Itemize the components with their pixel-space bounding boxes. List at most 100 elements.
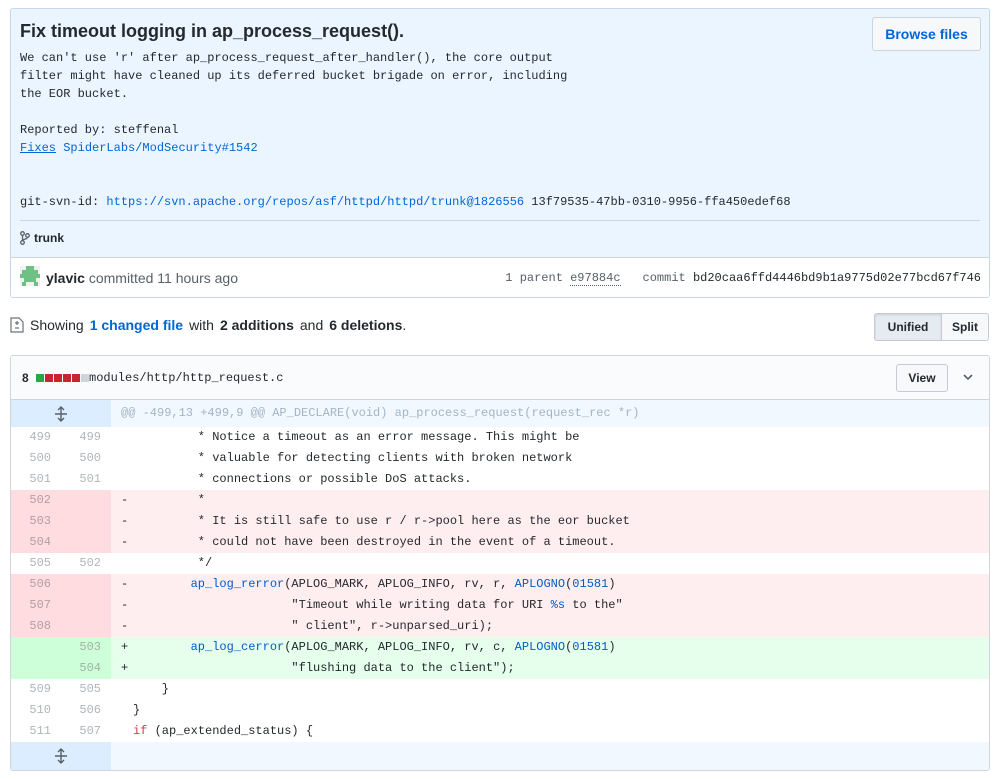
commit-sha: bd20caa6ffd4446bd9b1a9775d02e77bcd67f746 (692, 271, 981, 285)
code-line: * connections or possible DoS attacks. (133, 472, 472, 486)
diff-sign: - (121, 535, 129, 549)
diff-line-addition: 504 + "flushing data to the client"); (11, 658, 989, 679)
old-line-number[interactable]: 505 (11, 553, 61, 574)
code-line: } (133, 682, 170, 696)
new-line-number[interactable] (61, 616, 111, 637)
old-line-number[interactable]: 507 (11, 595, 61, 616)
commit-sha-info: 1 parent e97884c commit bd20caa6ffd4446b… (505, 271, 981, 286)
commit-box: Fix timeout logging in ap_process_reques… (10, 8, 990, 298)
hunk-header: @@ -499,13 +499,9 @@ AP_DECLARE(void) ap… (11, 400, 989, 427)
diff-sign (111, 448, 133, 469)
old-line-number[interactable]: 511 (11, 721, 61, 742)
diff-line-context: 510 506} (11, 700, 989, 721)
avatar[interactable] (20, 266, 40, 286)
file-diff-icon (10, 317, 24, 333)
code-line: "flushing data to the client"); (133, 661, 515, 675)
changes-count: 8 (22, 371, 29, 385)
old-line-number[interactable] (11, 658, 61, 679)
old-line-number[interactable]: 501 (11, 469, 61, 490)
svn-uuid: 13f79535-47bb-0310-9956-ffa450edef68 (531, 195, 791, 209)
period: . (402, 317, 407, 333)
old-line-number[interactable]: 499 (11, 427, 61, 448)
commit-time: committed 11 hours ago (88, 270, 238, 286)
diff-sign (111, 721, 133, 742)
new-line-number[interactable]: 499 (61, 427, 111, 448)
old-line-number[interactable]: 500 (11, 448, 61, 469)
new-line-number[interactable]: 506 (61, 700, 111, 721)
commit-title: Fix timeout logging in ap_process_reques… (20, 21, 405, 41)
diff-sign (111, 700, 133, 721)
code-line: * Notice a timeout as an error message. … (133, 430, 580, 444)
new-line-number[interactable]: 505 (61, 679, 111, 700)
new-line-number[interactable] (61, 532, 111, 553)
new-line-number[interactable]: 507 (61, 721, 111, 742)
diff-sign: - (121, 619, 129, 633)
svn-label: git-svn-id: (20, 195, 100, 209)
branch-name: trunk (34, 231, 64, 245)
new-line-number[interactable] (61, 490, 111, 511)
additions-count: 2 additions (219, 317, 294, 333)
diff-sign: - (121, 514, 129, 528)
diff-line-context: 509 505 } (11, 679, 989, 700)
expand-down-button[interactable] (11, 742, 111, 770)
fixes-link[interactable]: Fixes (20, 141, 56, 155)
deletions-count: 6 deletions (329, 317, 403, 333)
desc-line: the EOR bucket. (20, 87, 129, 101)
old-line-number[interactable] (11, 637, 61, 658)
file-path[interactable]: modules/http/http_request.c (89, 371, 283, 385)
old-line-number[interactable]: 510 (11, 700, 61, 721)
issue-link[interactable]: SpiderLabs/ModSecurity#1542 (63, 141, 257, 155)
commit-description: We can't use 'r' after ap_process_reques… (20, 49, 870, 211)
diff-line-deletion: 503 - * It is still safe to use r / r->po… (11, 511, 989, 532)
diff-sign: - (121, 577, 129, 591)
new-line-number[interactable] (61, 595, 111, 616)
code-line: * It is still safe to use r / r->pool he… (133, 514, 630, 528)
old-line-number[interactable]: 506 (11, 574, 61, 595)
diff-line-deletion: 502 - * (11, 490, 989, 511)
chevron-down-icon[interactable] (961, 370, 975, 384)
diffstat-block (80, 374, 89, 382)
old-line-number[interactable]: 504 (11, 532, 61, 553)
hunk-footer (11, 742, 989, 770)
expand-up-button[interactable] (11, 400, 111, 427)
diff-sign: + (121, 661, 129, 675)
diff-line-deletion: 508 - " client", r->unparsed_uri); (11, 616, 989, 637)
diff-line-context: 499 499 * Notice a timeout as an error me… (11, 427, 989, 448)
diffstat-block (62, 374, 71, 382)
old-line-number[interactable]: 508 (11, 616, 61, 637)
unified-button[interactable]: Unified (874, 313, 942, 341)
code-line: ap_log_cerror(APLOG_MARK, APLOG_INFO, rv… (190, 640, 616, 654)
branch-label[interactable]: trunk (20, 231, 64, 245)
browse-files-button[interactable]: Browse files (872, 17, 981, 51)
hunk-text: @@ -499,13 +499,9 @@ AP_DECLARE(void) ap… (121, 406, 640, 420)
old-line-number[interactable]: 509 (11, 679, 61, 700)
new-line-number[interactable] (61, 511, 111, 532)
new-line-number[interactable]: 501 (61, 469, 111, 490)
new-line-number[interactable]: 504 (61, 658, 111, 679)
new-line-number[interactable]: 503 (61, 637, 111, 658)
code-line: ap_log_rerror(APLOG_MARK, APLOG_INFO, rv… (190, 577, 616, 591)
code-line: if (ap_extended_status) { (133, 724, 314, 738)
file-diff: 8 modules/http/http_request.c View @@ -4… (10, 355, 990, 771)
diff-line-context: 500 500 * valuable for detecting clients … (11, 448, 989, 469)
author-name[interactable]: ylavic (46, 270, 85, 286)
code-line: * could not have been destroyed in the e… (133, 535, 616, 549)
view-file-button[interactable]: View (896, 364, 948, 392)
git-branch-icon (20, 231, 30, 245)
code-line: "Timeout while writing data for URI %s t… (133, 598, 623, 612)
diff-sign: + (121, 640, 129, 654)
old-line-number[interactable]: 503 (11, 511, 61, 532)
new-line-number[interactable]: 502 (61, 553, 111, 574)
diff-line-context: 511 507 if (ap_extended_status) { (11, 721, 989, 742)
diff-sign: - (121, 598, 129, 612)
diff-line-deletion: 506 - ap_log_rerror(APLOG_MARK, APLOG_INF… (11, 574, 989, 595)
diff-sign (111, 679, 133, 700)
new-line-number[interactable] (61, 574, 111, 595)
new-line-number[interactable]: 500 (61, 448, 111, 469)
changed-files-link[interactable]: 1 changed file (90, 317, 183, 333)
split-button[interactable]: Split (942, 313, 989, 341)
svn-link[interactable]: https://svn.apache.org/repos/asf/httpd/h… (106, 195, 524, 209)
commit-meta: ylavic committed 11 hours ago 1 parent e… (11, 257, 989, 297)
old-line-number[interactable]: 502 (11, 490, 61, 511)
parent-sha[interactable]: e97884c (570, 271, 621, 286)
